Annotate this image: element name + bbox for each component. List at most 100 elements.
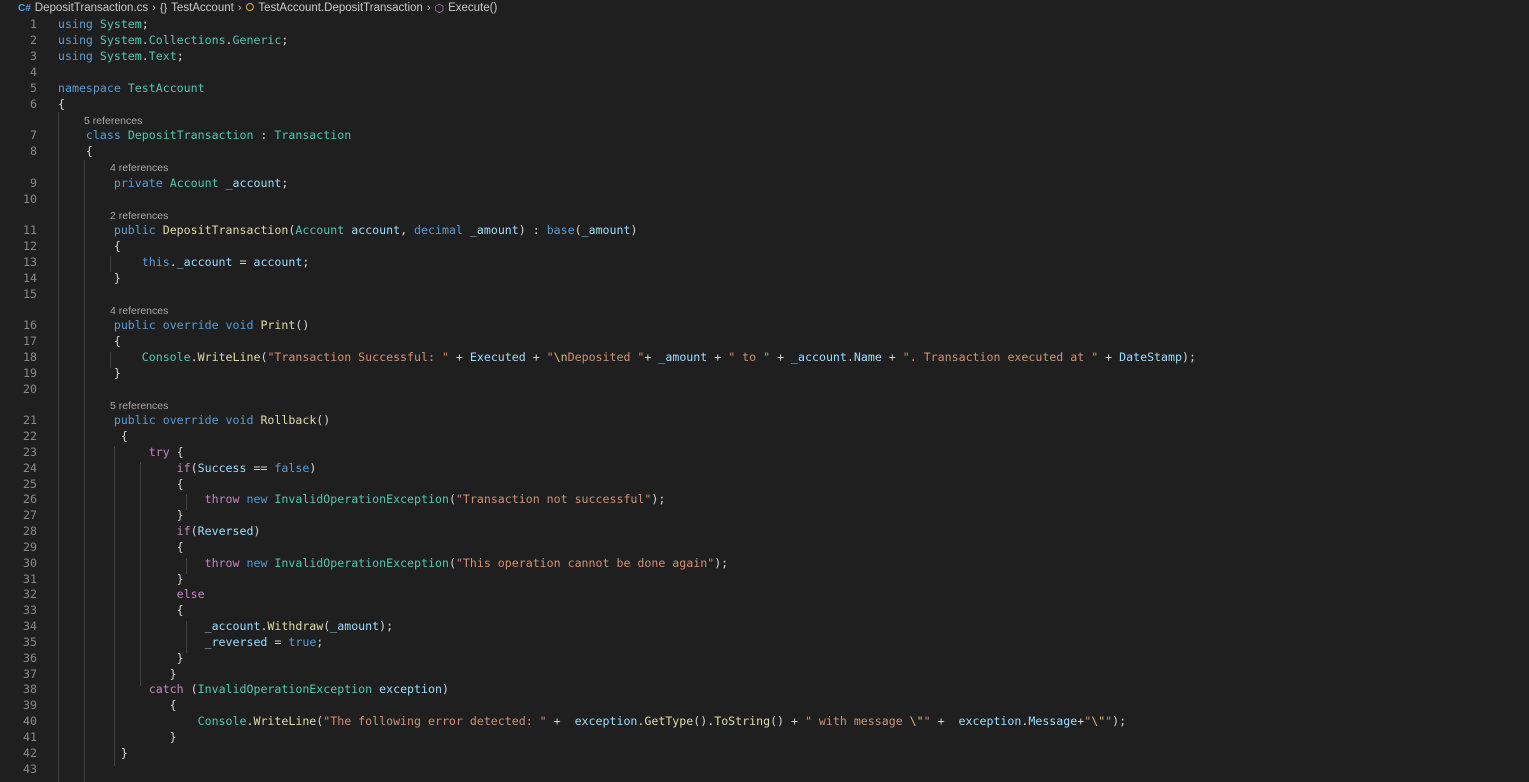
namespace-icon: {}: [159, 2, 168, 14]
breadcrumb-class[interactable]: ⭘ TestAccount.DepositTransaction: [246, 2, 423, 15]
code-line[interactable]: 29 {: [0, 539, 1529, 555]
code-line[interactable]: 38 catch (InvalidOperationException exce…: [0, 681, 1529, 697]
code-line[interactable]: 8 {: [0, 143, 1529, 159]
code-text: throw new InvalidOperationException("Tra…: [58, 491, 666, 507]
code-line[interactable]: 28 if(Reversed): [0, 523, 1529, 539]
code-token: );: [1181, 350, 1196, 364]
code-text: namespace TestAccount: [58, 80, 205, 96]
code-line[interactable]: 19 }: [0, 365, 1529, 381]
code-text: }: [58, 745, 128, 761]
code-token: {: [58, 97, 65, 111]
breadcrumb-namespace[interactable]: {} TestAccount: [160, 2, 234, 14]
code-line[interactable]: 14 }: [0, 270, 1529, 286]
code-line[interactable]: 21 public override void Rollback(): [0, 412, 1529, 428]
code-token: public: [113, 318, 156, 332]
code-text: {: [58, 143, 93, 159]
breadcrumb-file[interactable]: C# DepositTransaction.cs: [18, 2, 148, 14]
code-line[interactable]: 7 class DepositTransaction : Transaction: [0, 127, 1529, 143]
code-line[interactable]: 3 using System.Text;: [0, 48, 1529, 64]
codelens-account-references[interactable]: 4 references: [110, 161, 168, 175]
code-token: ): [630, 223, 638, 237]
code-line[interactable]: 40 Console.WriteLine("The following erro…: [0, 713, 1529, 729]
code-token: .: [169, 255, 177, 269]
code-token: exception: [958, 714, 1022, 728]
code-token: +: [1098, 350, 1120, 364]
code-line[interactable]: 11 public DepositTransaction (Account acc…: [0, 222, 1529, 238]
code-token: }: [58, 271, 121, 285]
code-line[interactable]: 37 }: [0, 666, 1529, 682]
code-line[interactable]: 22 {: [0, 428, 1529, 444]
line-number: 24: [23, 461, 37, 475]
code-line[interactable]: 9 private Account _account;: [0, 175, 1529, 191]
code-token: Console: [197, 714, 247, 728]
codelens-class-references[interactable]: 5 references: [84, 114, 142, 128]
code-line[interactable]: 23 try {: [0, 444, 1529, 460]
code-line[interactable]: 43: [0, 761, 1529, 777]
code-line[interactable]: 36 }: [0, 650, 1529, 666]
code-token: ". Transaction executed at ": [902, 350, 1099, 364]
code-line[interactable]: 13 this._account = account;: [0, 254, 1529, 270]
method-cube-icon: ⬡: [434, 2, 445, 15]
code-line[interactable]: 4: [0, 64, 1529, 80]
code-line[interactable]: 18 Console.WriteLine("Transaction Succes…: [0, 349, 1529, 365]
code-line[interactable]: 2 using System.Collections.Generic;: [0, 32, 1529, 48]
code-line[interactable]: 31 }: [0, 571, 1529, 587]
code-text: {: [58, 96, 65, 112]
code-token: _account: [225, 176, 282, 190]
line-number: 36: [23, 651, 37, 665]
code-line[interactable]: 24 if(Success == false): [0, 460, 1529, 476]
code-text: }: [58, 650, 184, 666]
code-token: }: [58, 572, 184, 586]
line-number: 16: [23, 318, 37, 332]
codelens-constructor-references[interactable]: 2 references: [110, 209, 168, 223]
code-line[interactable]: 33 {: [0, 602, 1529, 618]
code-text: _reversed = true;: [58, 634, 324, 650]
code-line[interactable]: 35 _reversed = true;: [0, 634, 1529, 650]
csharp-file-icon: C#: [18, 2, 31, 14]
code-token: =: [232, 255, 254, 269]
code-line[interactable]: 12 {: [0, 238, 1529, 254]
code-token: ): [309, 461, 317, 475]
code-line[interactable]: 34 _account.Withdraw(_amount);: [0, 618, 1529, 634]
code-line[interactable]: 41 }: [0, 729, 1529, 745]
code-editor[interactable]: 5 references 4 references 2 references 4…: [0, 16, 1529, 782]
code-line[interactable]: 32 else: [0, 586, 1529, 602]
code-line[interactable]: 42 }: [0, 745, 1529, 761]
code-line[interactable]: 10: [0, 191, 1529, 207]
code-token: Account: [295, 223, 345, 237]
code-line[interactable]: 26 throw new InvalidOperationException("…: [0, 491, 1529, 507]
code-token: _amount: [581, 223, 631, 237]
line-number: 40: [23, 714, 37, 728]
code-token: .: [225, 33, 233, 47]
breadcrumb-namespace-label: TestAccount: [171, 2, 234, 14]
code-line[interactable]: 27 }: [0, 507, 1529, 523]
code-token: ": [923, 714, 931, 728]
breadcrumb-method[interactable]: ⬡ Execute(): [434, 2, 497, 15]
codelens-rollback-references[interactable]: 5 references: [110, 399, 168, 413]
code-token: _amount: [469, 223, 519, 237]
code-line[interactable]: 39 {: [0, 697, 1529, 713]
code-token: +: [644, 350, 659, 364]
line-number: 15: [23, 287, 37, 301]
code-line[interactable]: 25 {: [0, 476, 1529, 492]
code-line[interactable]: 15: [0, 286, 1529, 302]
code-line[interactable]: 20: [0, 381, 1529, 397]
code-token: );: [1112, 714, 1127, 728]
breadcrumb-method-label: Execute(): [448, 2, 498, 14]
code-line[interactable]: 16 public override void Print(): [0, 317, 1529, 333]
code-line[interactable]: 1 using System;: [0, 16, 1529, 32]
code-line[interactable]: 30 throw new InvalidOperationException("…: [0, 555, 1529, 571]
code-token: ): [441, 682, 449, 696]
code-text: throw new InvalidOperationException("Thi…: [58, 555, 729, 571]
code-line[interactable]: 5 namespace TestAccount: [0, 80, 1529, 96]
code-line[interactable]: 17 {: [0, 333, 1529, 349]
codelens-print-references[interactable]: 4 references: [110, 304, 168, 318]
code-token: System: [99, 33, 142, 47]
code-line[interactable]: 6{: [0, 96, 1529, 112]
code-token: ;: [281, 33, 289, 47]
